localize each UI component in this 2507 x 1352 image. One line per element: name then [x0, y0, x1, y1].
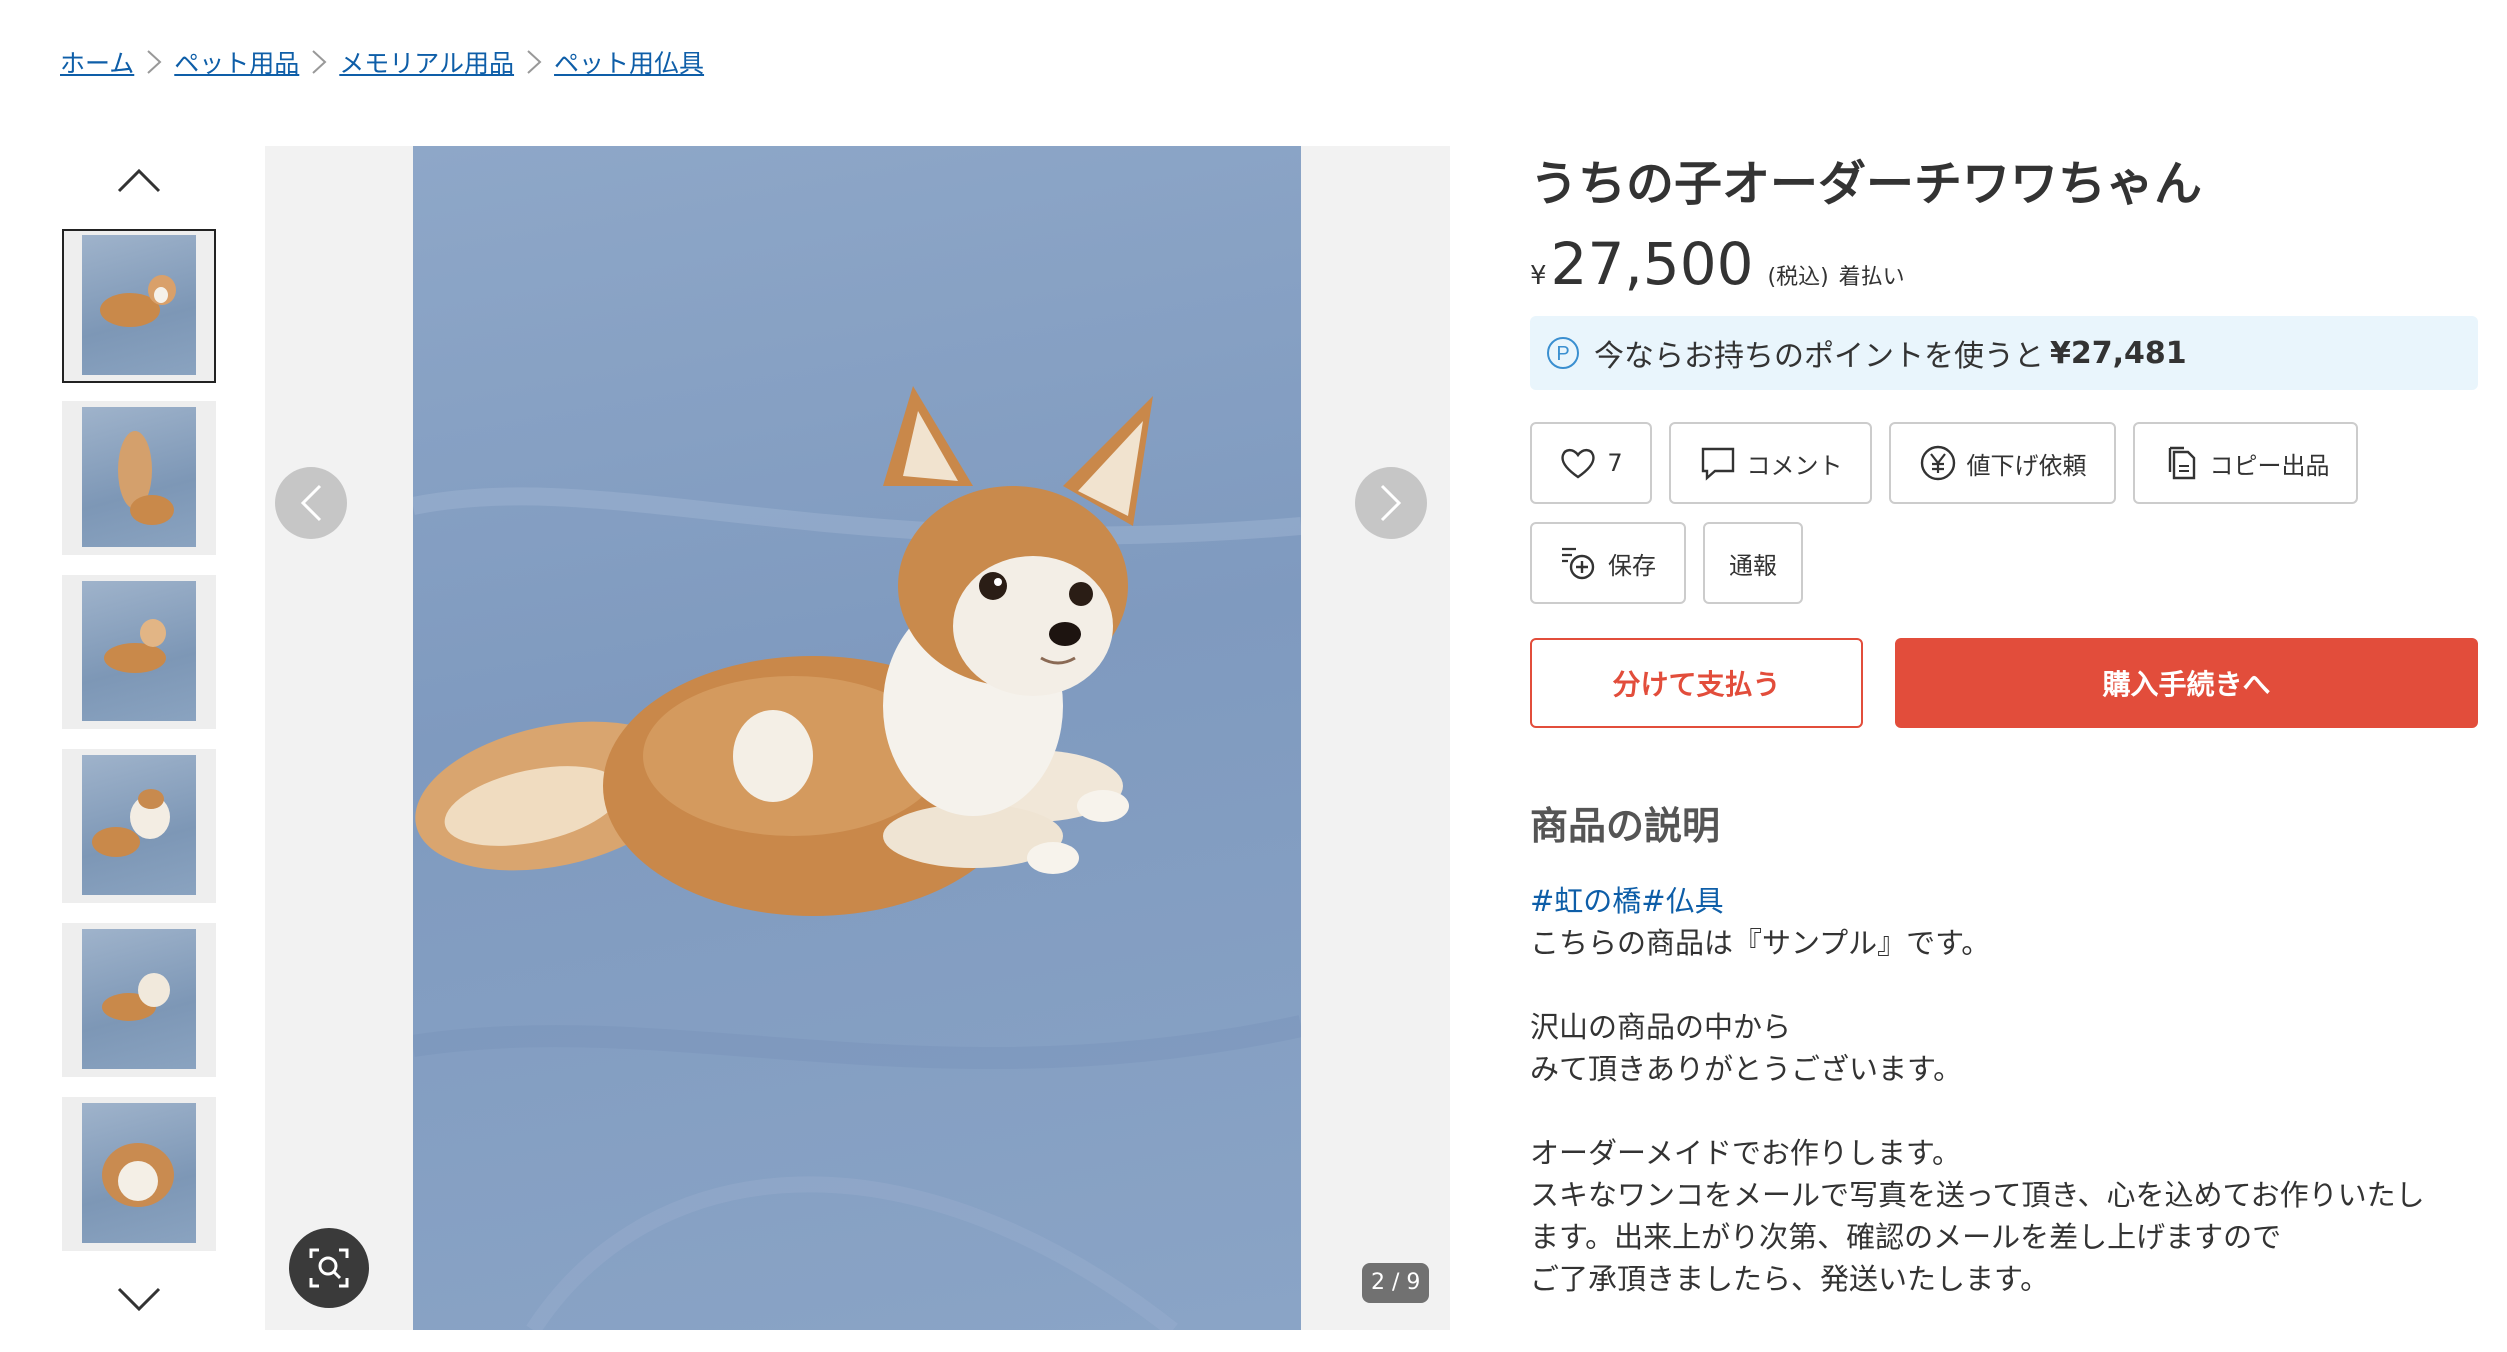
thumbnail-image [82, 929, 196, 1069]
save-button[interactable]: 保存 [1530, 522, 1686, 604]
chevron-up-icon [117, 168, 161, 193]
thumbnail-image [82, 1103, 196, 1243]
add-to-list-icon [1562, 547, 1595, 580]
points-text: 今ならお持ちのポイントを使うと [1594, 339, 2044, 374]
chevron-left-icon [300, 484, 322, 522]
like-count: 7 [1607, 449, 1623, 477]
breadcrumb-pet-supplies[interactable]: ペット用品 [174, 44, 299, 80]
description-line: みて頂きありがとうございます。 [1530, 1052, 1963, 1086]
description-line: ご了承頂きましたら、発送いたします。 [1530, 1262, 2050, 1296]
thumbnail-1[interactable] [62, 229, 216, 383]
description-body: #虹の橋#仏具 こちらの商品は『サンプル』です。 沢山の商品の中から みて頂きあ… [1530, 880, 2490, 1300]
tax-note: (税込) [1767, 265, 1829, 290]
svg-text:P: P [1556, 343, 1569, 365]
breadcrumb-memorial[interactable]: メモリアル用品 [339, 44, 514, 80]
description-hashtags[interactable]: #虹の橋#仏具 [1530, 880, 2490, 922]
split-pay-button[interactable]: 分けて支払う [1530, 638, 1863, 728]
chevron-right-icon [1380, 484, 1402, 522]
buy-button[interactable]: 購入手続きへ [1895, 638, 2478, 728]
report-label: 通報 [1729, 551, 1777, 580]
point-icon: P [1547, 337, 1579, 369]
comment-button[interactable]: コメント [1669, 422, 1872, 504]
thumbnail-down-button[interactable] [62, 1275, 216, 1325]
image-counter: 2 / 9 [1362, 1263, 1430, 1303]
description-line: こちらの商品は『サンプル』です。 [1530, 926, 1991, 960]
points-banner: P 今ならお持ちのポイントを使うと ¥27,481 [1530, 316, 2478, 390]
chihuahua-photo [413, 386, 1301, 1330]
breadcrumb-pet-buddhist[interactable]: ペット用仏具 [554, 44, 704, 80]
comment-icon [1701, 447, 1734, 481]
product-title: うちの子オーダーチワワちゃん [1530, 156, 2203, 212]
product-photo [413, 146, 1301, 1330]
thumbnail-5[interactable] [62, 923, 216, 1077]
copy-document-icon [2168, 446, 2195, 480]
heart-icon [1561, 448, 1596, 479]
description-line [1530, 1090, 2490, 1132]
currency-symbol: ¥ [1530, 261, 1547, 291]
breadcrumb-home[interactable]: ホーム [60, 44, 134, 80]
previous-image-button[interactable] [275, 467, 347, 539]
description-line: 沢山の商品の中から [1530, 1010, 1792, 1044]
product-price: 27,500 [1550, 230, 1754, 298]
thumbnail-image [82, 581, 196, 721]
thumbnail-image [82, 407, 196, 547]
thumbnail-image [82, 755, 196, 895]
save-label: 保存 [1608, 551, 1656, 580]
yen-circle-icon [1920, 445, 1955, 481]
thumbnail-6[interactable] [62, 1097, 216, 1251]
points-price: ¥27,481 [2050, 335, 2187, 371]
chevron-right-icon [299, 49, 339, 75]
like-button[interactable]: 7 [1530, 422, 1652, 504]
thumbnail-up-button[interactable] [62, 155, 216, 205]
copy-listing-button[interactable]: コピー出品 [2133, 422, 2358, 504]
shipping-note: 着払い [1838, 265, 1905, 290]
breadcrumb: ホーム ペット用品 メモリアル用品 ペット用仏具 [60, 42, 704, 82]
price-request-button[interactable]: 値下げ依頼 [1889, 422, 2116, 504]
thumbnail-4[interactable] [62, 749, 216, 903]
price-row: ¥ 27,500 (税込) 着払い [1530, 230, 1905, 298]
description-line [1530, 964, 2490, 1006]
price-request-label: 値下げ依頼 [1966, 451, 2087, 480]
copy-listing-label: コピー出品 [2209, 451, 2330, 480]
description-line: オーダーメイドでお作りします。 [1530, 1136, 1961, 1170]
next-image-button[interactable] [1355, 467, 1427, 539]
thumbnail-2[interactable] [62, 401, 216, 555]
report-button[interactable]: 通報 [1703, 522, 1803, 604]
chevron-right-icon [134, 49, 174, 75]
description-line: ます。出来上がり次第、確認のメールを差し上げますので [1530, 1220, 2282, 1254]
chevron-down-icon [117, 1287, 161, 1312]
thumbnail-3[interactable] [62, 575, 216, 729]
thumbnail-image [82, 235, 196, 375]
image-search-button[interactable] [289, 1228, 369, 1308]
description-heading: 商品の説明 [1530, 804, 1721, 848]
chevron-right-icon [514, 49, 554, 75]
main-photo-viewer: 2 / 9 [265, 146, 1450, 1330]
lens-search-icon [309, 1248, 349, 1288]
comment-label: コメント [1746, 451, 1843, 480]
description-line: スキなワンコをメールで写真を送って頂き、心を込めてお作りいたし [1530, 1178, 2425, 1212]
